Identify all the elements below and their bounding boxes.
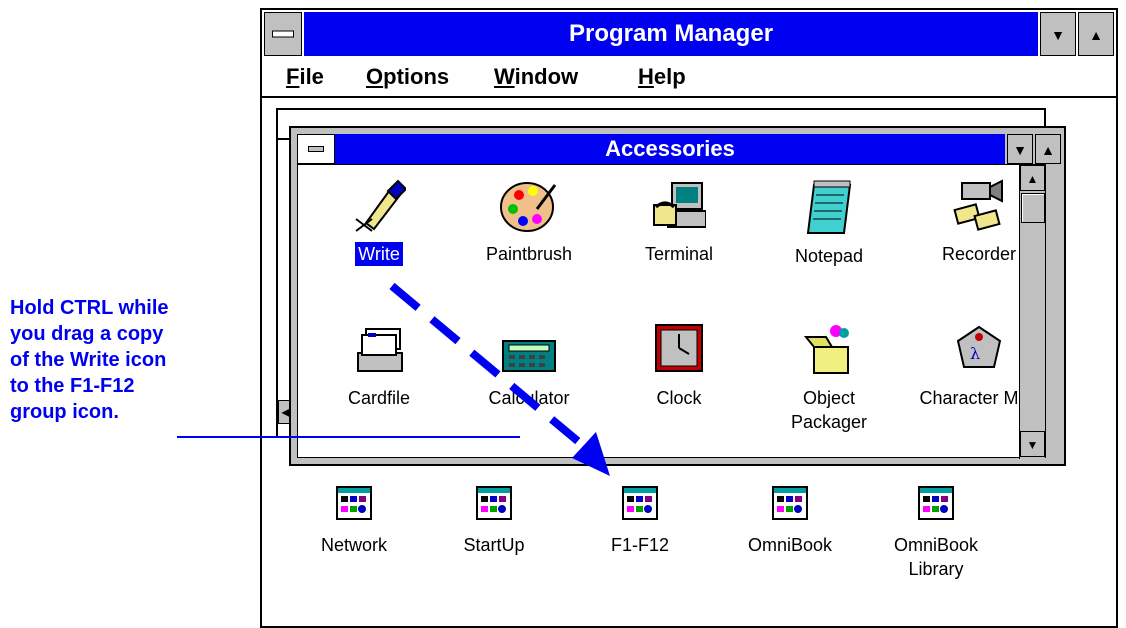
drag-arrow [177, 282, 610, 476]
callout-line: to the F1-F12 [10, 375, 135, 397]
callout-text: Hold CTRL while you drag a copy of the W… [10, 295, 169, 425]
callout-line: of the Write icon [10, 349, 167, 371]
callout-line: group icon. [10, 401, 119, 423]
callout-line: you drag a copy [10, 323, 164, 345]
callout-line: Hold CTRL while [10, 297, 169, 319]
